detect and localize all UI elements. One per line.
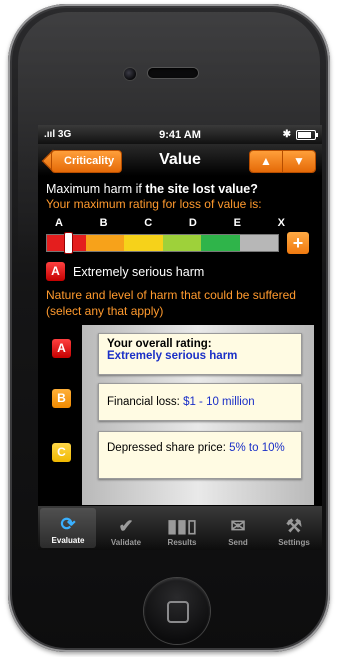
share-price-value: 5% to 10% bbox=[229, 442, 285, 454]
question-text: Maximum harm if the site lost value? bbox=[46, 182, 314, 196]
overall-rating-label: Your overall rating: bbox=[107, 338, 212, 350]
screen: .ııl 3G 9:41 AM ✱ Criticality Value ▲ ▼ … bbox=[38, 125, 322, 550]
nature-instructions: Nature and level of harm that could be s… bbox=[46, 288, 296, 318]
checkmark-icon: ✔ bbox=[118, 516, 134, 536]
scale-letter: E bbox=[233, 217, 241, 229]
scale-segment-e bbox=[201, 235, 240, 251]
status-time: 9:41 AM bbox=[159, 128, 201, 141]
tab-label: Send bbox=[228, 538, 248, 547]
rating-badge: A bbox=[46, 262, 65, 281]
scale-letter: X bbox=[277, 217, 285, 229]
front-camera bbox=[124, 68, 136, 80]
rating-row: A Extremely serious harm bbox=[46, 262, 314, 281]
prev-next-segmented-control: ▲ ▼ bbox=[249, 150, 316, 173]
add-button[interactable]: + bbox=[287, 232, 309, 254]
scale-letter: C bbox=[144, 217, 153, 229]
financial-loss-label: Financial loss: bbox=[107, 396, 184, 408]
tab-validate[interactable]: ✔ Validate bbox=[98, 506, 154, 550]
tab-bar: ⟳ Evaluate ✔ Validate ▮▮▯ Results ✉ Send… bbox=[38, 506, 322, 550]
tab-settings[interactable]: ⚒ Settings bbox=[266, 506, 322, 550]
rating-text: Extremely serious harm bbox=[73, 264, 205, 279]
wrench-icon: ⚒ bbox=[285, 516, 303, 536]
scale-segment-x bbox=[239, 235, 278, 251]
share-price-card[interactable]: Depressed share price: 5% to 10% bbox=[98, 431, 302, 479]
financial-loss-value: $1 - 10 million bbox=[183, 396, 255, 408]
overall-rating-value: Extremely serious harm bbox=[107, 350, 238, 362]
envelope-icon: ✉ bbox=[230, 516, 246, 536]
financial-loss-card[interactable]: Financial loss: $1 - 10 million bbox=[98, 383, 302, 421]
up-arrow-button[interactable]: ▲ bbox=[250, 151, 282, 172]
tab-send[interactable]: ✉ Send bbox=[210, 506, 266, 550]
scale-row: + bbox=[46, 232, 314, 254]
battery-icon bbox=[296, 129, 318, 140]
scale-letters: A B C D E X bbox=[46, 217, 285, 229]
down-arrow-button[interactable]: ▼ bbox=[282, 151, 315, 172]
back-button[interactable]: Criticality bbox=[51, 150, 123, 173]
evaluate-icon: ⟳ bbox=[60, 514, 76, 534]
navigation-bar: Criticality Value ▲ ▼ bbox=[38, 144, 322, 176]
rating-scale-slider[interactable] bbox=[46, 232, 279, 254]
cards-area: A B C Your overall rating: Extremely ser… bbox=[46, 325, 314, 505]
card-badge-c: C bbox=[52, 443, 71, 462]
scale-marker-handle[interactable] bbox=[64, 232, 73, 254]
scale-segment-d bbox=[162, 235, 201, 251]
overall-rating-card[interactable]: Your overall rating: Extremely serious h… bbox=[98, 333, 302, 375]
scale-segment-c bbox=[124, 235, 163, 251]
tab-results[interactable]: ▮▮▯ Results bbox=[154, 506, 210, 550]
scale-letter: A bbox=[55, 217, 63, 229]
tab-evaluate[interactable]: ⟳ Evaluate bbox=[40, 508, 96, 548]
question-prefix: Maximum harm if bbox=[46, 182, 146, 196]
tab-label: Validate bbox=[110, 538, 142, 547]
scale-segment-b bbox=[85, 235, 124, 251]
max-rating-label: Your maximum rating for loss of value is… bbox=[46, 197, 262, 211]
bar-chart-icon: ▮▮▯ bbox=[167, 516, 197, 536]
card-badge-a: A bbox=[52, 339, 71, 358]
earpiece-speaker bbox=[148, 68, 198, 78]
tab-label: Settings bbox=[278, 538, 310, 547]
home-button-square-icon bbox=[167, 601, 189, 623]
tab-label: Evaluate bbox=[51, 536, 85, 545]
scale-letter: B bbox=[99, 217, 108, 229]
question-bold: the site lost value? bbox=[145, 182, 258, 196]
card-badge-b: B bbox=[52, 389, 71, 408]
content-area: Maximum harm if the site lost value? You… bbox=[38, 176, 322, 506]
tab-label: Results bbox=[167, 538, 197, 547]
share-price-label: Depressed share price: bbox=[107, 442, 230, 454]
status-bar: .ııl 3G 9:41 AM ✱ bbox=[38, 125, 322, 144]
scale-letter: D bbox=[188, 217, 197, 229]
